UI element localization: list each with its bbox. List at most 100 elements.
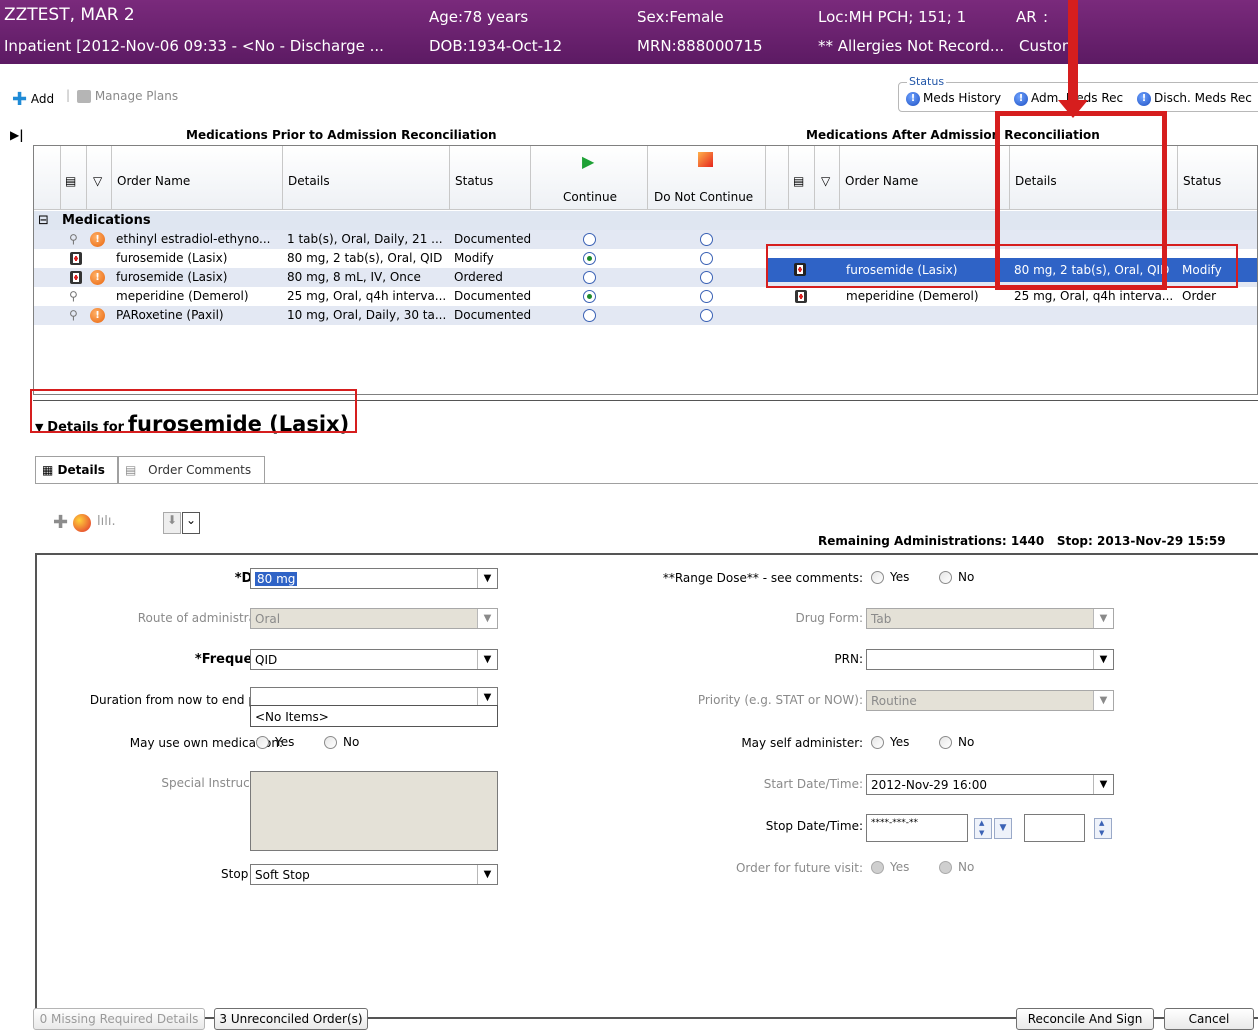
frequency-select[interactable]: QID ▼ <box>250 649 498 670</box>
add-detail-icon[interactable]: ✚ <box>53 512 68 533</box>
status-header[interactable]: Status <box>450 146 531 210</box>
do-not-continue-header-label: Do Not Continue <box>654 190 754 204</box>
status-header-right[interactable]: Status <box>1178 146 1257 210</box>
order-name-header-right[interactable]: Order Name <box>840 146 1010 210</box>
chevron-down-icon[interactable]: ▼ <box>1093 775 1113 794</box>
tab-order-comments-label: Order Comments <box>148 463 252 477</box>
warning-icon: ! <box>90 308 105 323</box>
yes-label: Yes <box>890 860 910 874</box>
info-icon: ! <box>1014 91 1028 106</box>
details-cell: 10 mg, Oral, Daily, 30 ta... <box>287 308 447 322</box>
allergies-link[interactable]: ** Allergies Not Record... <box>818 37 1004 55</box>
details-header[interactable]: Details <box>283 146 450 210</box>
radio-button[interactable] <box>871 571 884 584</box>
chevron-down-icon[interactable]: ▼ <box>477 569 497 588</box>
plus-icon: ✚ <box>12 89 28 110</box>
table-row[interactable]: ⚲ ! PARoxetine (Paxil) 10 mg, Oral, Dail… <box>34 306 1257 325</box>
self-administer-label: May self administer: <box>741 736 863 750</box>
add-button[interactable]: ✚ Add <box>12 89 54 110</box>
continue-radio[interactable] <box>583 309 596 322</box>
patient-ar-suffix: : <box>1043 8 1049 26</box>
continue-radio[interactable] <box>583 252 596 265</box>
chevron-down-icon[interactable]: ▼ <box>1093 650 1113 669</box>
self-administer-no[interactable]: No <box>939 735 974 749</box>
chevron-down-icon[interactable]: ▼ <box>477 865 497 884</box>
chevron-down-icon[interactable]: ▼ <box>477 650 497 669</box>
unreconciled-orders-button[interactable]: 3 Unreconciled Order(s) <box>214 1008 368 1030</box>
stop-date-spinner[interactable] <box>974 818 992 839</box>
tab-details[interactable]: ▦ Details <box>35 456 118 483</box>
dose-select[interactable]: 80 mg ▼ <box>250 568 498 589</box>
status-cell: Documented <box>454 289 532 303</box>
dose-value: 80 mg <box>255 572 298 586</box>
calendar-dropdown-icon[interactable]: ▼ <box>994 818 1012 839</box>
status-cell: Documented <box>454 232 532 246</box>
add-label: Add <box>30 92 55 106</box>
radio-button[interactable] <box>871 736 884 749</box>
stop-time-spinner[interactable] <box>1094 818 1112 839</box>
drug-form-label: Drug Form: <box>795 611 863 625</box>
own-medication-no[interactable]: No <box>324 735 359 749</box>
start-datetime-select[interactable]: 2012-Nov-29 16:00 ▼ <box>866 774 1114 795</box>
manage-plans-button[interactable]: Manage Plans <box>77 89 178 103</box>
filter-header-right[interactable]: ▽ <box>815 146 840 210</box>
expand-panel-icon[interactable]: ▶| <box>10 128 24 142</box>
do-not-continue-radio[interactable] <box>700 233 713 246</box>
radio-button[interactable] <box>256 736 269 749</box>
continue-header-label: Continue <box>563 190 617 204</box>
patient-mrn: MRN:888000715 <box>637 37 763 55</box>
do-not-continue-radio[interactable] <box>700 271 713 284</box>
do-not-continue-radio[interactable] <box>700 309 713 322</box>
details-cell: 25 mg, Oral, q4h interva... <box>287 289 447 303</box>
tab-order-comments[interactable]: ▤ Order Comments <box>118 456 265 483</box>
stop-date-value: ****-***-** <box>871 818 918 828</box>
duration-dropdown-popup[interactable]: <No Items> <box>250 705 498 727</box>
radio-button[interactable] <box>939 571 952 584</box>
expand-options-icon[interactable]: ⌄ <box>182 512 200 534</box>
status-header-label: Status <box>455 174 494 188</box>
do-not-continue-header[interactable]: Do Not Continue <box>648 146 766 210</box>
medication-info-icon[interactable] <box>73 514 91 532</box>
chevron-down-icon: ▼ <box>1093 609 1113 628</box>
continue-radio[interactable] <box>583 271 596 284</box>
details-header-label: Details <box>288 174 330 188</box>
no-items-option[interactable]: <No Items> <box>255 710 329 724</box>
radio-button[interactable] <box>939 736 952 749</box>
info-icon: ! <box>906 91 920 106</box>
reconcile-and-sign-button[interactable]: Reconcile And Sign <box>1016 1008 1154 1030</box>
stop-time-input[interactable] <box>1024 814 1085 842</box>
status-header-right-label: Status <box>1183 174 1222 188</box>
missing-details-button[interactable]: 0 Missing Required Details <box>33 1008 205 1030</box>
continue-radio[interactable] <box>583 290 596 303</box>
range-dose-no[interactable]: No <box>939 570 974 584</box>
do-not-continue-radio[interactable] <box>700 252 713 265</box>
stop-date-input[interactable]: ****-***-** <box>866 814 968 842</box>
collapse-icon[interactable]: ⊟ <box>38 213 49 228</box>
order-name-header-label: Order Name <box>117 174 191 188</box>
no-label: No <box>343 735 360 749</box>
stop-icon <box>698 152 713 167</box>
do-not-continue-radio[interactable] <box>700 290 713 303</box>
download-icon[interactable]: ⬇ <box>163 512 181 534</box>
prn-select[interactable]: ▼ <box>866 649 1114 670</box>
no-label: No <box>958 570 975 584</box>
chart-icon[interactable]: lılı. <box>97 514 116 529</box>
own-medication-yes[interactable]: Yes <box>256 735 294 749</box>
continue-radio[interactable] <box>583 233 596 246</box>
self-administer-yes[interactable]: Yes <box>871 735 909 749</box>
column-icon-header-right[interactable]: ▤ <box>789 146 815 210</box>
column-icon-header[interactable]: ▤ <box>61 146 87 210</box>
meds-history-status[interactable]: ! Meds History <box>906 91 1001 106</box>
drug-form-value: Tab <box>871 612 892 626</box>
disch-meds-rec-status[interactable]: ! Disch. Meds Rec <box>1137 91 1252 106</box>
disch-meds-rec-label: Disch. Meds Rec <box>1154 91 1252 105</box>
continue-header[interactable]: ▶ Continue <box>531 146 648 210</box>
order-name-header[interactable]: Order Name <box>112 146 283 210</box>
range-dose-yes[interactable]: Yes <box>871 570 909 584</box>
stop-type-select[interactable]: Soft Stop ▼ <box>250 864 498 885</box>
patient-age: Age:78 years <box>429 8 529 26</box>
filter-header[interactable]: ▽ <box>87 146 112 210</box>
yes-label: Yes <box>890 735 910 749</box>
cancel-button[interactable]: Cancel <box>1164 1008 1254 1030</box>
radio-button[interactable] <box>324 736 337 749</box>
